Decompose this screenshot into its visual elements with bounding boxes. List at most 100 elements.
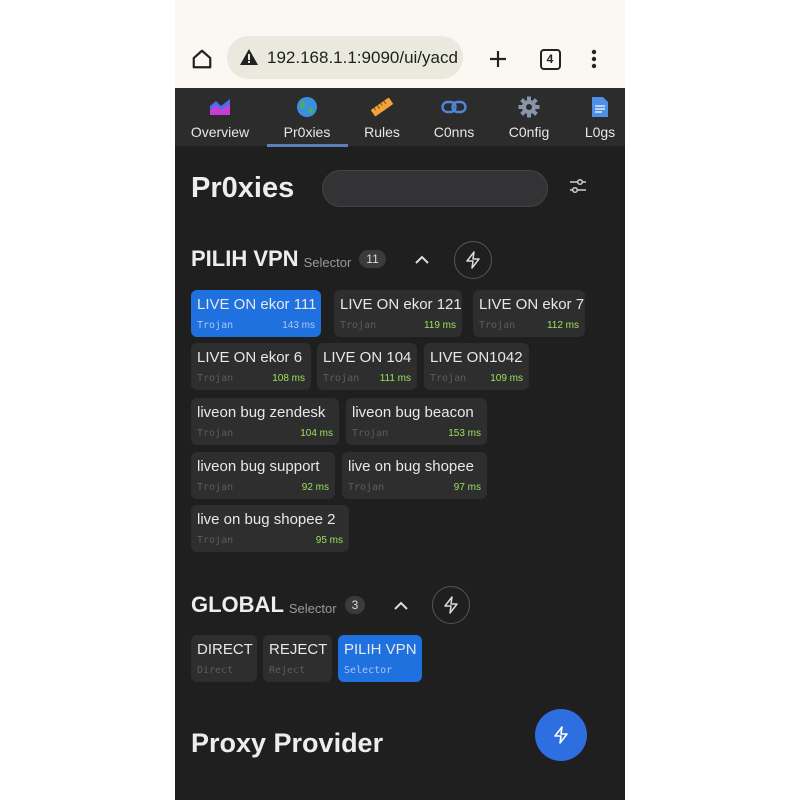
nav-label: C0nns [433, 124, 475, 140]
proxy-type: Trojan [479, 320, 516, 331]
active-tab-indicator [267, 144, 348, 147]
proxy-group-header: GLOBAL Selector 3 [191, 592, 366, 618]
nav-tab-logs[interactable]: L0gs [575, 88, 625, 146]
browser-toolbar: 192.168.1.1:9090/ui/yacd 4 [175, 30, 625, 88]
ruler-icon [370, 95, 394, 119]
proxy-name: DIRECT [197, 641, 253, 658]
latency-test-button[interactable] [454, 241, 492, 279]
group-type: Selector [288, 600, 337, 616]
proxy-type: Direct [197, 665, 234, 676]
gear-icon [518, 95, 540, 119]
proxy-name: LIVE ON1042 [430, 349, 523, 366]
proxy-type: Trojan [197, 535, 234, 546]
chevron-up-icon[interactable] [415, 252, 429, 270]
proxy-type: Trojan [197, 373, 234, 384]
proxy-card[interactable]: LIVE ON ekor 111 Trojan 143 ms [191, 290, 321, 337]
proxy-type: Trojan [197, 320, 234, 331]
lightning-icon [554, 726, 568, 744]
search-input[interactable] [322, 170, 548, 207]
proxy-type: Reject [269, 665, 306, 676]
lightning-icon [444, 596, 458, 614]
proxy-latency: 108 ms [272, 373, 305, 384]
group-count-badge: 3 [344, 596, 366, 614]
proxy-name: REJECT [269, 641, 328, 658]
proxy-latency: 95 ms [315, 535, 343, 546]
group-name: PILIH VPN [191, 246, 299, 271]
overview-chart-icon [209, 95, 231, 119]
proxy-card[interactable]: LIVE ON ekor 7 Trojan 112 ms [473, 290, 585, 337]
proxy-card[interactable]: LIVE ON ekor 121 Trojan 119 ms [334, 290, 462, 337]
link-icon [441, 95, 467, 119]
proxy-card[interactable]: live on bug shopee 2 Trojan 95 ms [191, 505, 349, 552]
section-title: Proxy Provider [191, 728, 384, 758]
proxy-name: LIVE ON ekor 6 [197, 349, 303, 366]
proxy-card[interactable]: DIRECT Direct [191, 635, 257, 682]
proxy-latency: 112 ms [546, 320, 579, 331]
proxy-card[interactable]: PILIH VPN Selector [338, 635, 422, 682]
proxy-name: LIVE ON ekor 7 [479, 296, 585, 313]
proxy-type: Trojan [430, 373, 467, 384]
proxy-type: Trojan [348, 482, 385, 493]
top-nav: Overview Pr0xies Rules C0nns C0nfig L0gs [175, 88, 625, 147]
address-bar[interactable]: 192.168.1.1:9090/ui/yacd [227, 36, 463, 79]
nav-tab-proxies[interactable]: Pr0xies [271, 88, 343, 146]
proxy-latency: 111 ms [379, 373, 411, 384]
nav-label: C0nfig [508, 124, 550, 140]
document-icon [591, 95, 609, 119]
proxy-name: PILIH VPN [344, 641, 417, 658]
proxy-card[interactable]: REJECT Reject [263, 635, 332, 682]
proxy-name: LIVE ON 104 [323, 349, 412, 366]
proxy-name: liveon bug zendesk [197, 404, 326, 421]
group-name: GLOBAL [191, 592, 284, 617]
chevron-up-icon[interactable] [394, 598, 408, 616]
proxy-latency: 104 ms [300, 428, 333, 439]
proxy-type: Trojan [197, 482, 234, 493]
more-menu-icon[interactable] [579, 44, 609, 74]
proxy-card[interactable]: LIVE ON 104 Trojan 111 ms [317, 343, 417, 390]
lightning-icon [466, 251, 480, 269]
proxy-name: live on bug shopee [348, 458, 474, 475]
nav-tab-connections[interactable]: C0nns [427, 88, 481, 146]
group-count-badge: 11 [359, 250, 386, 268]
proxy-type: Selector [344, 665, 393, 676]
latency-test-button[interactable] [432, 586, 470, 624]
proxy-type: Trojan [197, 428, 234, 439]
yacd-app: Overview Pr0xies Rules C0nns C0nfig L0gs… [175, 88, 625, 800]
proxy-name: LIVE ON ekor 111 [197, 296, 317, 313]
test-all-latency-button[interactable] [535, 709, 587, 761]
nav-tab-overview[interactable]: Overview [185, 88, 255, 146]
warning-icon [239, 48, 259, 71]
proxy-latency: 153 ms [448, 428, 481, 439]
new-tab-icon[interactable] [483, 44, 513, 74]
proxy-name: liveon bug beacon [352, 404, 474, 421]
home-icon[interactable] [187, 44, 217, 74]
nav-label: L0gs [584, 124, 616, 140]
proxy-card[interactable]: liveon bug support Trojan 92 ms [191, 452, 335, 499]
nav-tab-config[interactable]: C0nfig [501, 88, 557, 146]
proxy-latency: 143 ms [282, 320, 315, 331]
proxy-type: Trojan [352, 428, 389, 439]
proxy-latency: 92 ms [301, 482, 329, 493]
proxy-card[interactable]: LIVE ON1042 Trojan 109 ms [424, 343, 529, 390]
nav-label: Overview [190, 124, 250, 140]
tab-count: 4 [539, 48, 561, 70]
proxy-card[interactable]: live on bug shopee Trojan 97 ms [342, 452, 487, 499]
proxy-latency: 97 ms [453, 482, 481, 493]
settings-sliders-icon[interactable] [569, 178, 587, 199]
group-type: Selector [303, 254, 352, 270]
proxy-name: liveon bug support [197, 458, 320, 475]
proxy-latency: 109 ms [490, 373, 523, 384]
tab-switcher-button[interactable]: 4 [535, 44, 565, 74]
phone-screen: 192.168.1.1:9090/ui/yacd 4 Overview Pr0x… [175, 0, 625, 800]
nav-label: Rules [364, 124, 400, 140]
nav-tab-rules[interactable]: Rules [353, 88, 411, 146]
proxy-name: LIVE ON ekor 121 [340, 296, 462, 313]
page-title: Pr0xies [191, 172, 295, 204]
proxy-card[interactable]: liveon bug beacon Trojan 153 ms [346, 398, 487, 445]
proxy-name: live on bug shopee 2 [197, 511, 336, 528]
proxy-type: Trojan [323, 373, 360, 384]
proxy-type: Trojan [340, 320, 377, 331]
proxy-card[interactable]: LIVE ON ekor 6 Trojan 108 ms [191, 343, 311, 390]
proxy-card[interactable]: liveon bug zendesk Trojan 104 ms [191, 398, 339, 445]
url-text: 192.168.1.1:9090/ui/yacd [267, 48, 458, 67]
